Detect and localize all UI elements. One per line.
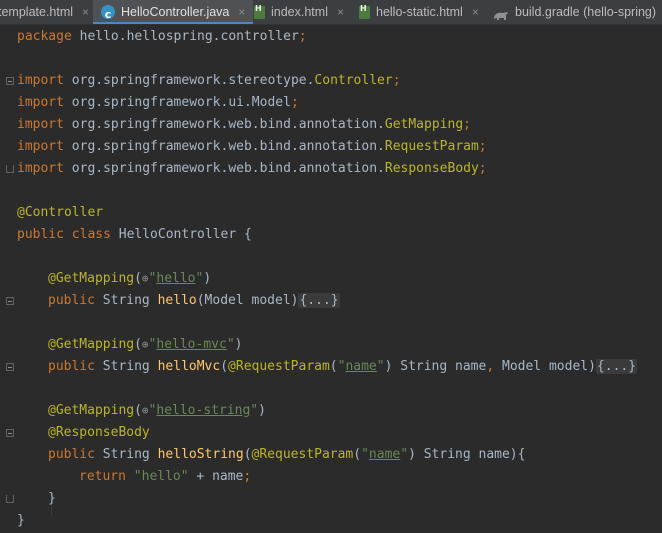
fold-end-icon[interactable]: [6, 165, 14, 173]
code-line-import: import org.springframework.web.bind.anno…: [17, 161, 487, 176]
web-endpoint-icon: ⊕: [141, 338, 149, 351]
close-icon[interactable]: ×: [238, 0, 245, 24]
java-class-icon: [101, 3, 115, 24]
close-icon[interactable]: ×: [337, 0, 344, 24]
code-line-getmapping: @GetMapping(⊕"hello"): [48, 271, 212, 286]
code-line-controller-annotation: @Controller: [17, 205, 104, 220]
tab-label: build.gradle (hello-spring): [515, 5, 657, 19]
html-file-icon: [359, 0, 370, 21]
code-line-import: import org.springframework.stereotype.Co…: [17, 73, 401, 88]
code-line-responsebody: @ResponseBody: [48, 425, 150, 440]
code-editor[interactable]: package hello.hellospring.controller; im…: [0, 25, 662, 533]
tab-hello-controller-java[interactable]: HelloController.java ×: [93, 0, 254, 24]
code-line-getmapping: @GetMapping(⊕"hello-string"): [48, 403, 266, 418]
tab-label: template.html: [0, 5, 74, 19]
gradle-icon: [493, 6, 509, 20]
fold-toggle-icon[interactable]: [6, 77, 14, 85]
tab-label: index.html: [271, 5, 328, 19]
collapsed-block[interactable]: {...}: [595, 359, 638, 374]
code-line-getmapping: @GetMapping(⊕"hello-mvc"): [48, 337, 243, 352]
fold-toggle-icon[interactable]: [6, 297, 14, 305]
tab-index-html[interactable]: index.html ×: [254, 0, 344, 24]
code-line-return: return "hello" + name;: [79, 469, 252, 484]
editor-tab-bar: template.html × HelloController.java × i…: [0, 0, 662, 25]
close-icon[interactable]: ×: [82, 0, 89, 24]
code-line-method-hello: public String hello(Model model){...}: [48, 293, 340, 308]
tab-label: HelloController.java: [121, 5, 230, 19]
code-line-method-hellomvc: public String helloMvc(@RequestParam("na…: [48, 359, 638, 374]
code-line-method-close: }: [48, 491, 56, 506]
close-icon[interactable]: ×: [472, 0, 479, 24]
fold-toggle-icon[interactable]: [6, 363, 14, 371]
collapsed-block[interactable]: {...}: [298, 293, 340, 308]
tab-label: hello-static.html: [376, 5, 463, 19]
web-endpoint-icon: ⊕: [141, 272, 149, 285]
tab-template-html[interactable]: template.html ×: [0, 0, 89, 24]
code-line-method-hellostring: public String helloString(@RequestParam(…: [48, 447, 526, 462]
code-line-import: import org.springframework.ui.Model;: [17, 95, 299, 110]
fold-end-icon[interactable]: [6, 495, 14, 503]
web-endpoint-icon: ⊕: [141, 404, 149, 417]
code-line-package: package hello.hellospring.controller;: [17, 29, 307, 44]
code-line-class-close: }: [17, 513, 25, 528]
code-line-class-declaration: public class HelloController {: [17, 227, 252, 242]
fold-toggle-icon[interactable]: [6, 429, 14, 437]
html-file-icon: [254, 0, 265, 21]
tab-build-gradle[interactable]: build.gradle (hello-spring): [493, 0, 656, 24]
tab-hello-static-html[interactable]: hello-static.html ×: [359, 0, 479, 24]
code-line-import: import org.springframework.web.bind.anno…: [17, 117, 471, 132]
code-line-import: import org.springframework.web.bind.anno…: [17, 139, 487, 154]
